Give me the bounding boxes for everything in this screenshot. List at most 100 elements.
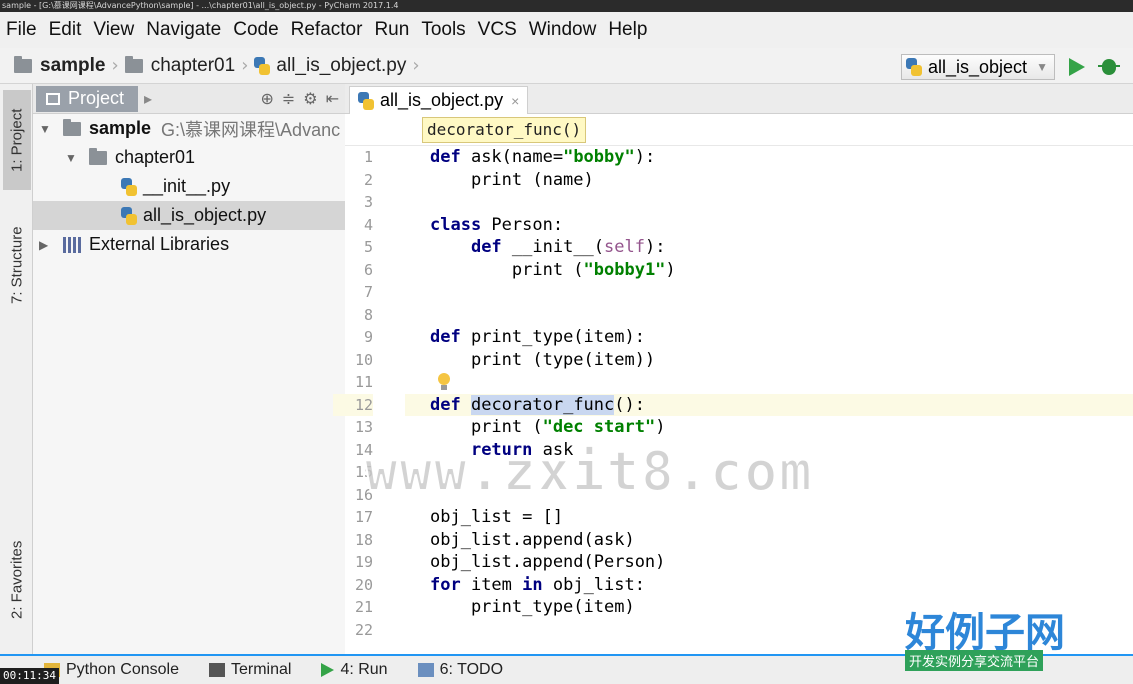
run-config-select[interactable]: all_is_object ▼ [901, 54, 1055, 80]
code-line: def ask(name="bobby"): [430, 147, 656, 167]
tree-item-init-label: __init__.py [143, 176, 231, 196]
menu-view[interactable]: View [93, 19, 134, 41]
code-line: obj_list.append(ask) [430, 529, 635, 550]
menu-refactor[interactable]: Refactor [291, 19, 363, 41]
tool-tab-favorites-label: 2: Favorites [8, 540, 26, 620]
tree-item-sample[interactable]: ▼ sample G:\慕课网课程\Advanc [33, 114, 345, 143]
menu-code[interactable]: Code [233, 19, 278, 41]
crumb-chapter01[interactable]: chapter01 [124, 54, 236, 77]
code-line: print ("bobby1") [430, 259, 676, 280]
project-tab-label: Project [68, 88, 125, 108]
tree-item-chapter01[interactable]: ▼ chapter01 [33, 143, 345, 172]
tool-tab-terminal[interactable]: Terminal [208, 661, 291, 679]
python-file-icon [358, 91, 374, 110]
tool-tab-project-label: 1: Project [8, 108, 26, 172]
window-title: sample - [G:\慕课网课程\AdvancePython\sample]… [0, 0, 1133, 12]
line-number: 13 [354, 418, 373, 436]
crumb-chapter01-label: chapter01 [150, 54, 236, 76]
tool-tab-favorites[interactable]: 2: Favorites [3, 524, 31, 636]
chevron-down-icon[interactable]: ▼ [65, 151, 79, 165]
library-icon [63, 236, 83, 253]
menu-vcs[interactable]: VCS [478, 19, 517, 41]
project-tree: ▼ sample G:\慕课网课程\Advanc ▼ chapter01 __i… [33, 114, 345, 654]
code-line: for item in obj_list: [430, 574, 645, 595]
tool-tab-python-console-label: Python Console [66, 661, 179, 678]
python-file-icon [121, 206, 137, 225]
terminal-icon [208, 663, 225, 677]
line-number: 12 [333, 393, 373, 416]
line-number: 21 [354, 598, 373, 616]
line-number: 22 [354, 620, 373, 639]
menu-run[interactable]: Run [374, 19, 409, 41]
crumb-sample-label: sample [40, 54, 106, 76]
line-number-gutter: 1 2 3 4 5 6 7 8 9 10 11 12 13 14 15 16 1… [333, 146, 405, 654]
lightbulb-icon[interactable] [437, 373, 451, 391]
line-number: 11 [354, 373, 373, 391]
debug-button[interactable] [1097, 55, 1121, 79]
close-icon[interactable]: × [511, 93, 519, 109]
tree-item-all-is-object-label: all_is_object.py [143, 205, 267, 225]
line-number: 4 [363, 215, 373, 234]
menu-bar: File Edit View Navigate Code Refactor Ru… [0, 12, 1133, 48]
crumb-sample[interactable]: sample [14, 55, 105, 77]
line-number: 5 [363, 238, 373, 256]
tree-item-sample-label: sample [89, 118, 152, 138]
tree-item-external-libraries[interactable]: ▶ External Libraries [33, 230, 345, 259]
line-number: 19 [354, 553, 373, 571]
run-config-label: all_is_object [928, 56, 1028, 77]
menu-tools[interactable]: Tools [421, 19, 465, 41]
chevron-right-icon: › [241, 55, 249, 76]
chevron-down-icon: ▼ [1036, 60, 1048, 74]
run-icon [321, 663, 335, 677]
folder-icon [14, 55, 32, 73]
line-number: 3 [363, 193, 373, 211]
line-number: 17 [354, 508, 373, 526]
project-panel-header: Project ▸ ⊕ ≑ ⚙ ⇤ [33, 84, 345, 114]
video-timestamp: 00:11:34 [0, 668, 59, 684]
tool-tab-run[interactable]: 4: Run [321, 661, 388, 679]
editor-breadcrumb[interactable]: decorator_func() [422, 117, 587, 143]
code-line: obj_list = [] [430, 507, 564, 527]
code-line: print_type(item) [430, 597, 635, 617]
code-line: def decorator_func(): [430, 394, 645, 415]
crumb-file-label: all_is_object.py [276, 54, 407, 76]
tool-tab-todo-label: 6: TODO [439, 661, 504, 678]
editor-tab-all-is-object[interactable]: all_is_object.py × [349, 86, 529, 114]
tool-tab-structure-label: 7: Structure [8, 226, 26, 304]
code-line: return ask [470, 439, 574, 460]
project-panel-tools: ⊕ ≑ ⚙ ⇤ [260, 89, 339, 108]
chevron-right-icon[interactable]: ▶ [39, 238, 53, 252]
project-view-tab[interactable]: Project [36, 85, 139, 112]
chevron-right-icon[interactable]: ▸ [144, 89, 152, 108]
line-number: 6 [363, 260, 373, 279]
menu-window[interactable]: Window [529, 19, 597, 41]
tree-item-sample-path: G:\慕课网课程\Advanc [161, 119, 341, 140]
code-line: print (type(item)) [430, 349, 656, 370]
hide-icon[interactable]: ⇤ [326, 89, 339, 108]
menu-navigate[interactable]: Navigate [146, 19, 221, 41]
menu-help[interactable]: Help [608, 19, 647, 41]
code-editor[interactable]: def ask(name="bobby"): print (name) clas… [405, 146, 1133, 654]
line-number: 1 [363, 148, 373, 166]
pycharm-window: sample - [G:\慕课网课程\AdvancePython\sample]… [0, 0, 1133, 684]
gear-icon[interactable]: ⚙ [303, 89, 317, 108]
tree-item-all-is-object[interactable]: all_is_object.py [33, 201, 345, 230]
tool-tab-python-console[interactable]: Python Console [44, 661, 179, 679]
tool-tab-todo[interactable]: 6: TODO [417, 661, 504, 679]
run-button[interactable] [1065, 55, 1087, 79]
tree-item-init[interactable]: __init__.py [33, 172, 345, 201]
target-icon[interactable]: ⊕ [260, 89, 273, 108]
menu-edit[interactable]: Edit [49, 19, 82, 41]
code-line: def __init__(self): [470, 237, 666, 257]
code-line: def print_type(item): [430, 327, 645, 347]
code-line: class Person: [430, 214, 564, 235]
python-file-icon [906, 58, 922, 76]
editor-tab-bar: all_is_object.py × [345, 84, 1133, 114]
crumb-file[interactable]: all_is_object.py [254, 55, 406, 77]
line-number: 16 [354, 485, 373, 504]
tool-tab-structure[interactable]: 7: Structure [3, 210, 31, 320]
tool-tab-project[interactable]: 1: Project [3, 90, 31, 190]
menu-file[interactable]: File [6, 19, 37, 41]
collapse-icon[interactable]: ≑ [282, 89, 295, 108]
chevron-down-icon[interactable]: ▼ [39, 122, 53, 136]
